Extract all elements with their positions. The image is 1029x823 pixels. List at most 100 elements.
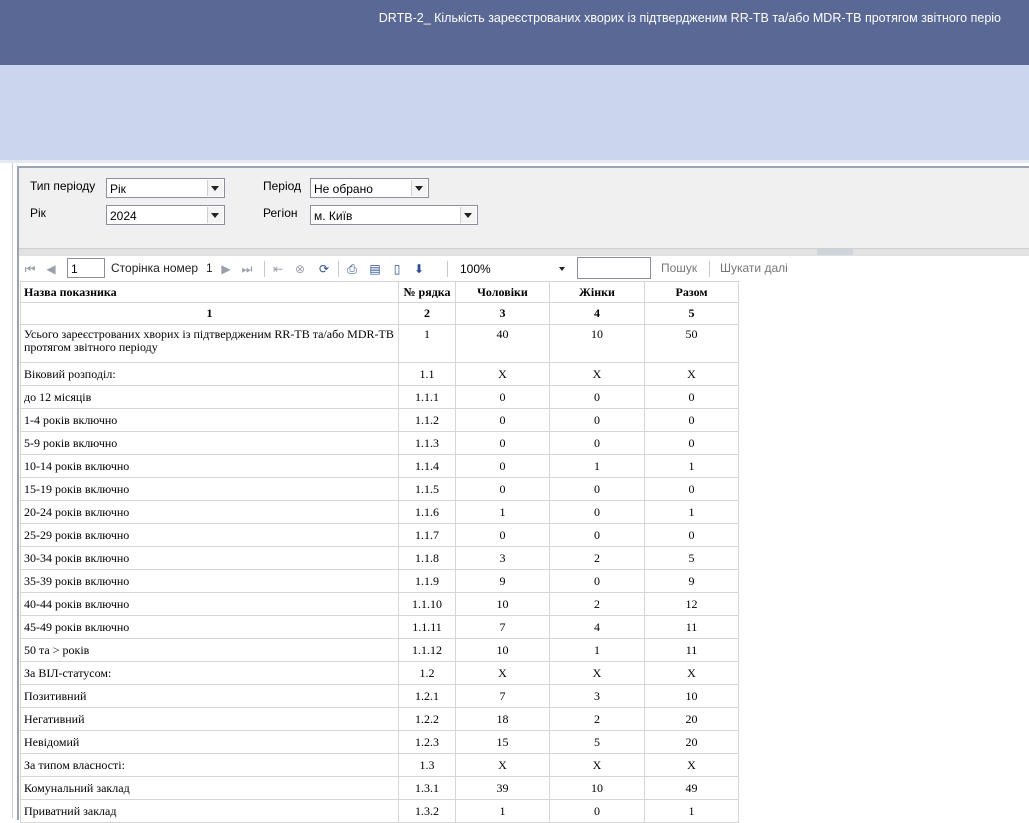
table-row: 1-4 років включно 1.1.2 0 0 0 [20,408,739,432]
toolbar-separator [709,261,710,277]
search-button[interactable]: Пошук [661,261,697,275]
indicator-name-cell: Позитивний [20,684,399,708]
indicator-name-cell: Невідомий [20,730,399,754]
value-cell: 4 [549,615,645,639]
value-cell: 0 [549,799,645,823]
column-number: 3 [455,302,550,325]
table-body: Усього зареєстрованих хворих із підтверд… [20,324,739,823]
value-cell: X [455,362,550,386]
value-cell: 20 [644,730,739,754]
value-cell: 1.1.3 [398,431,456,455]
period-type-select[interactable]: Рік [106,178,225,198]
value-cell: 0 [644,477,739,501]
value-cell: 0 [455,477,550,501]
indicator-name-cell: 25-29 років включно [20,523,399,547]
export-icon[interactable]: ⬇ [411,261,427,277]
value-cell: 1.1.11 [398,615,456,639]
params-splitter[interactable] [19,248,1029,256]
value-cell: 1.3.2 [398,799,456,823]
print-icon[interactable]: ⎙ [344,261,360,277]
header-cell: № рядка [398,281,456,303]
value-cell: X [455,661,550,685]
value-cell: 1 [644,454,739,478]
table-row: до 12 місяців 1.1.1 0 0 0 [20,385,739,409]
value-cell: 1 [549,454,645,478]
next-page-icon[interactable]: ▶ [218,261,234,277]
value-cell: X [549,661,645,685]
left-panel-edge [0,163,13,818]
table-row: 25-29 років включно 1.1.7 0 0 0 [20,523,739,547]
value-cell: 1.1.2 [398,408,456,432]
value-cell: 0 [644,431,739,455]
indicator-name-cell: до 12 місяців [20,385,399,409]
chevron-down-icon[interactable] [207,180,223,196]
chevron-down-icon[interactable] [207,207,223,223]
chevron-down-icon[interactable] [411,180,427,196]
refresh-icon[interactable]: ⟳ [316,261,332,277]
value-cell: 1 [455,799,550,823]
value-cell: 1.1.9 [398,569,456,593]
indicator-name-cell: За ВІЛ-статусом: [20,661,399,685]
print-layout-icon[interactable]: ▤ [367,261,383,277]
value-cell: 7 [455,615,550,639]
indicator-name-cell: 15-19 років включно [20,477,399,501]
page-number-input[interactable]: 1 [67,258,105,278]
value-cell: X [644,753,739,777]
table-row: За ВІЛ-статусом: 1.2 X X X [20,661,739,685]
first-page-icon[interactable]: ⏮ [22,261,38,277]
value-cell: 0 [455,523,550,547]
value-cell: 1.1.6 [398,500,456,524]
value-cell: 20 [644,707,739,731]
value-cell: 40 [455,324,550,363]
value-cell: 0 [455,408,550,432]
indicator-name-cell: 10-14 років включно [20,454,399,478]
value-cell: 1.2 [398,661,456,685]
stop-icon[interactable]: ⊗ [292,261,308,277]
zoom-select[interactable]: 100% [455,259,567,279]
value-cell: 1 [455,500,550,524]
value-cell: 2 [549,546,645,570]
value-cell: 0 [549,500,645,524]
value-cell: 12 [644,592,739,616]
value-cell: 10 [549,776,645,800]
page-setup-icon[interactable]: ▯ [389,261,405,277]
region-select[interactable]: м. Київ [310,205,478,225]
value-cell: 0 [549,523,645,547]
chevron-down-icon[interactable] [559,267,565,271]
value-cell: 50 [644,324,739,363]
collapse-grip[interactable] [817,249,853,255]
header-cell: Назва показника [20,281,399,303]
value-cell: 0 [549,431,645,455]
parameters-panel: Тип періоду Рік Рік 2024 Період Не обран… [19,168,1029,248]
report-toolbar: ⏮ ◀ 1 Сторінка номер 1 ▶ ⏭ ⇤ ⊗ ⟳ ⎙ ▤ ▯ ⬇… [19,256,1029,282]
prev-page-icon[interactable]: ◀ [43,261,59,277]
table-row: 15-19 років включно 1.1.5 0 0 0 [20,477,739,501]
chevron-down-icon[interactable] [460,207,476,223]
value-cell: 18 [455,707,550,731]
header-cell: Жінки [549,281,645,303]
value-cell: 1.3 [398,753,456,777]
indicator-name-cell: 5-9 років включно [20,431,399,455]
indicator-name-cell: 50 та > років [20,638,399,662]
search-input[interactable] [577,257,651,279]
value-cell: 1.1.4 [398,454,456,478]
header-cell: Разом [644,281,739,303]
value-cell: 1 [549,638,645,662]
period-select[interactable]: Не обрано [310,178,429,198]
value-cell: 10 [549,324,645,363]
table-row: Невідомий 1.2.3 15 5 20 [20,730,739,754]
value-cell: 0 [455,385,550,409]
table-row: 30-34 років включно 1.1.8 3 2 5 [20,546,739,570]
column-number: 1 [20,302,399,325]
find-next-button[interactable]: Шукати далі [720,261,788,275]
value-cell: 11 [644,638,739,662]
value-cell: 1.1.1 [398,385,456,409]
table-row: Усього зареєстрованих хворих із підтверд… [20,324,739,363]
table-row: 10-14 років включно 1.1.4 0 1 1 [20,454,739,478]
report-table: Назва показника № рядка Чоловіки Жінки Р… [20,281,739,823]
year-select[interactable]: 2024 [106,205,225,225]
last-page-icon[interactable]: ⏭ [239,261,255,277]
back-icon[interactable]: ⇤ [270,261,286,277]
column-number: 2 [398,302,456,325]
value-cell: 3 [455,546,550,570]
